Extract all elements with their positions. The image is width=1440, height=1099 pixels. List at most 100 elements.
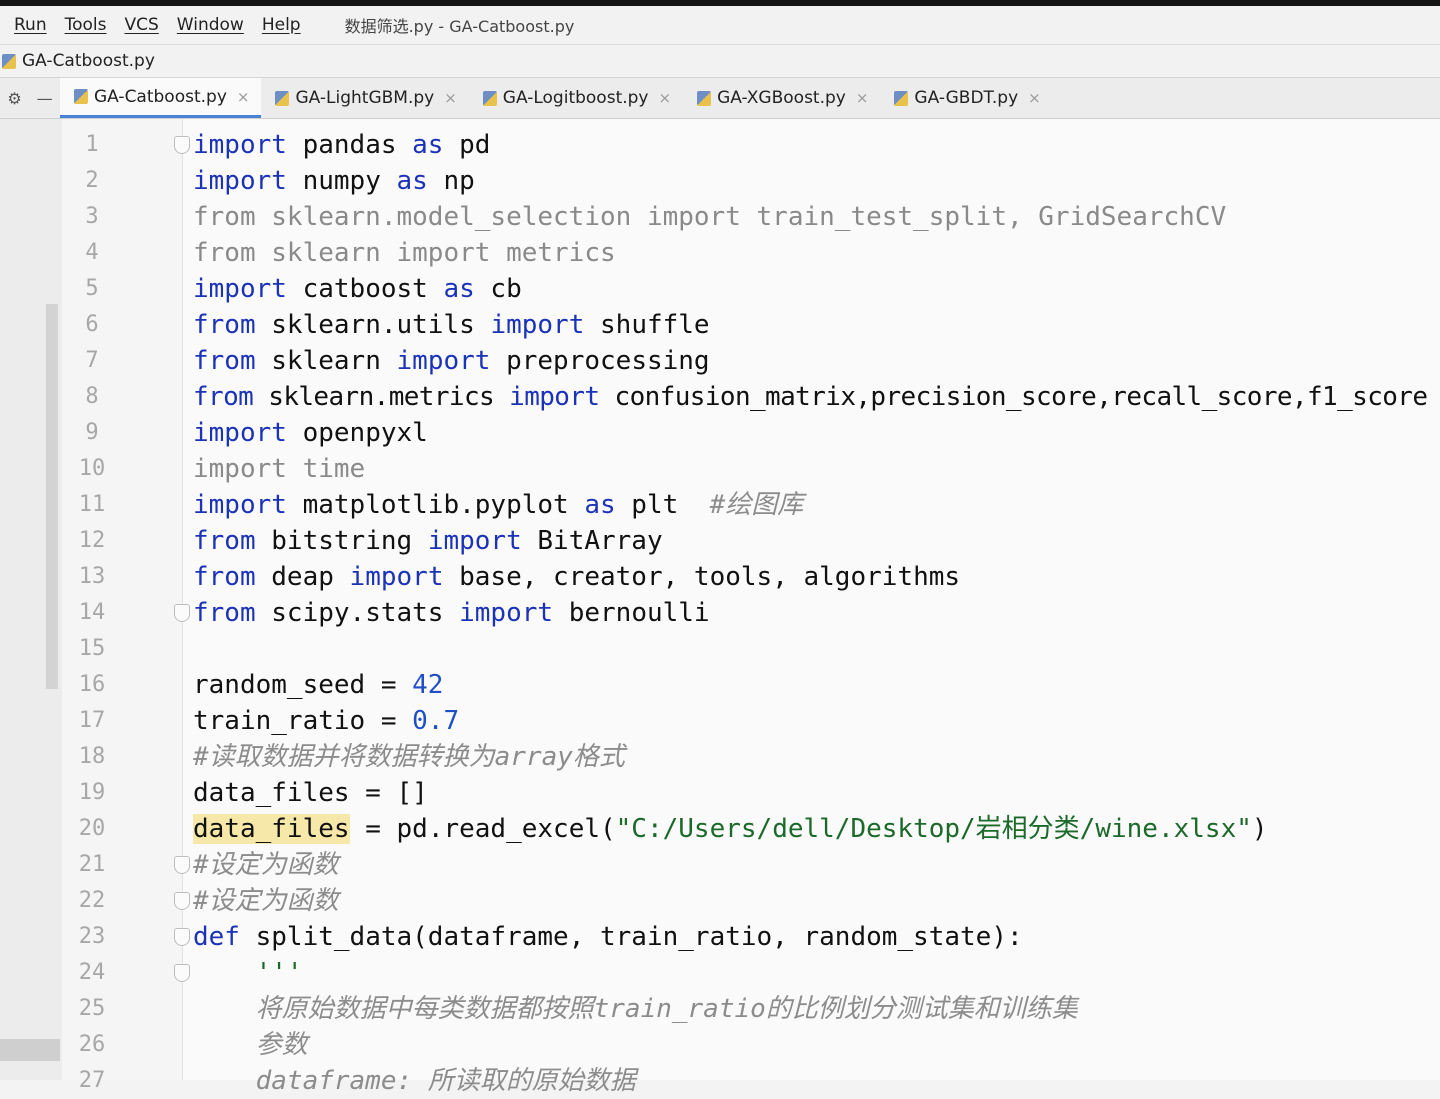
code-comment: #设定为函数 xyxy=(193,886,339,916)
line-number: 16 xyxy=(78,672,106,697)
line-number: 19 xyxy=(78,780,106,805)
line-number: 12 xyxy=(78,528,106,553)
line-number: 25 xyxy=(78,996,106,1021)
tab-label: GA-GBDT.py xyxy=(914,88,1019,108)
breadcrumb-file[interactable]: GA-Catboost.py xyxy=(22,51,155,71)
code-text: import catboost as cb xyxy=(193,274,522,304)
line-number: 5 xyxy=(85,276,99,301)
code-comment: #设定为函数 xyxy=(193,850,339,880)
menu-tools[interactable]: Tools xyxy=(65,15,107,35)
code-line: 16 random_seed = 42 xyxy=(0,667,1440,703)
line-number: 6 xyxy=(85,312,99,337)
docstring: ''' xyxy=(193,958,303,988)
editor-tab-bar: ⚙ — GA-Catboost.py × GA-LightGBM.py × GA… xyxy=(0,78,1440,119)
code-line: 15 xyxy=(0,631,1440,667)
code-editor[interactable]: 1 import pandas as pd 2 import numpy as … xyxy=(0,119,1440,1096)
line-number: 21 xyxy=(78,852,106,877)
tab-ga-xgboost[interactable]: GA-XGBoost.py × xyxy=(683,78,880,118)
code-text: train_ratio = 0.7 xyxy=(193,706,460,736)
code-line: 20 data_files = pd.read_excel("C:/Users/… xyxy=(0,811,1440,847)
code-line: 27 dataframe: 所读取的原始数据 xyxy=(0,1063,1440,1099)
code-text: from sklearn.metrics import confusion_ma… xyxy=(193,382,1428,412)
docstring: 将原始数据中每类数据都按照train_ratio的比例划分测试集和训练集 xyxy=(193,994,1078,1024)
docstring: 参数 xyxy=(193,1030,308,1060)
code-line: 18 #读取数据并将数据转换为array格式 xyxy=(0,739,1440,775)
collapse-icon[interactable]: — xyxy=(37,89,53,108)
line-number: 3 xyxy=(85,204,99,229)
python-file-icon xyxy=(275,90,290,106)
code-text: import openpyxl xyxy=(193,418,428,448)
docstring: dataframe: 所读取的原始数据 xyxy=(193,1066,636,1096)
code-line: 10 import time xyxy=(0,451,1440,487)
tab-ga-lightgbm[interactable]: GA-LightGBM.py × xyxy=(261,78,468,118)
code-text: random_seed = 42 xyxy=(193,670,444,700)
line-number: 15 xyxy=(78,636,106,661)
line-number: 9 xyxy=(85,420,99,445)
menu-bar: Run Tools VCS Window Help 数据筛选.py - GA-C… xyxy=(0,6,1440,45)
code-text: from bitstring import BitArray xyxy=(193,526,663,556)
fold-marker-icon[interactable] xyxy=(174,604,190,622)
code-line: 1 import pandas as pd xyxy=(0,127,1440,163)
close-icon[interactable]: × xyxy=(444,89,457,107)
menu-vcs[interactable]: VCS xyxy=(125,15,159,35)
code-line: 4 from sklearn import metrics xyxy=(0,235,1440,271)
code-line: 12 from bitstring import BitArray xyxy=(0,523,1440,559)
code-text: import matplotlib.pyplot as plt #绘图库 xyxy=(193,490,804,520)
code-text: from sklearn import metrics xyxy=(193,238,616,268)
menu-help[interactable]: Help xyxy=(262,15,301,35)
fold-marker-icon[interactable] xyxy=(174,856,190,874)
line-number: 22 xyxy=(78,888,106,913)
code-line: 19 data_files = [] xyxy=(0,775,1440,811)
tab-label: GA-Catboost.py xyxy=(94,86,227,107)
line-number: 1 xyxy=(85,132,99,157)
tab-ga-gbdt[interactable]: GA-GBDT.py × xyxy=(880,78,1052,118)
code-text: import numpy as np xyxy=(193,166,475,196)
code-line: 24 ''' xyxy=(0,955,1440,991)
line-number: 7 xyxy=(85,348,99,373)
code-line: 14 from scipy.stats import bernoulli xyxy=(0,595,1440,631)
tab-label: GA-Logitboost.py xyxy=(502,88,649,108)
code-line: 25 将原始数据中每类数据都按照train_ratio的比例划分测试集和训练集 xyxy=(0,991,1440,1027)
line-number: 13 xyxy=(78,564,106,589)
code-text: from sklearn import preprocessing xyxy=(193,346,710,376)
menu-window[interactable]: Window xyxy=(177,15,244,35)
line-number: 4 xyxy=(85,240,99,265)
fold-marker-icon[interactable] xyxy=(174,136,190,154)
fold-marker-icon[interactable] xyxy=(174,928,190,946)
python-file-icon xyxy=(74,89,88,104)
fold-marker-icon[interactable] xyxy=(174,892,190,910)
code-text: def split_data(dataframe, train_ratio, r… xyxy=(193,922,1023,952)
close-icon[interactable]: × xyxy=(658,89,671,107)
line-number: 10 xyxy=(78,456,106,481)
code-text: import pandas as pd xyxy=(193,130,491,160)
gear-icon[interactable]: ⚙ xyxy=(7,89,21,108)
line-number: 26 xyxy=(78,1032,106,1057)
fold-marker-icon[interactable] xyxy=(174,964,190,982)
tab-ga-catboost[interactable]: GA-Catboost.py × xyxy=(60,78,262,118)
line-number: 8 xyxy=(85,384,99,409)
close-icon[interactable]: × xyxy=(1028,89,1041,107)
tab-label: GA-XGBoost.py xyxy=(717,88,846,108)
tab-ga-logitboost[interactable]: GA-Logitboost.py × xyxy=(469,78,683,118)
code-text: from sklearn.model_selection import trai… xyxy=(193,202,1227,232)
line-number: 17 xyxy=(78,708,106,733)
navigation-bar: GA-Catboost.py xyxy=(0,45,1440,78)
line-number: 14 xyxy=(78,600,106,625)
code-line: 13 from deap import base, creator, tools… xyxy=(0,559,1440,595)
code-line: 26 参数 xyxy=(0,1027,1440,1063)
code-comment: #读取数据并将数据转换为array格式 xyxy=(193,742,625,772)
close-icon[interactable]: × xyxy=(237,88,250,106)
line-number: 2 xyxy=(85,168,99,193)
code-line: 3 from sklearn.model_selection import tr… xyxy=(0,199,1440,235)
python-file-icon xyxy=(482,90,497,106)
line-number: 24 xyxy=(78,960,106,985)
code-text: import time xyxy=(193,454,366,484)
code-line: 6 from sklearn.utils import shuffle xyxy=(0,307,1440,343)
line-number: 18 xyxy=(78,744,106,769)
tab-label: GA-LightGBM.py xyxy=(295,88,435,108)
close-icon[interactable]: × xyxy=(856,89,869,107)
line-number: 23 xyxy=(78,924,106,949)
python-file-icon xyxy=(697,90,712,106)
menu-run[interactable]: Run xyxy=(14,15,47,35)
code-text: data_files = [] xyxy=(193,778,428,808)
